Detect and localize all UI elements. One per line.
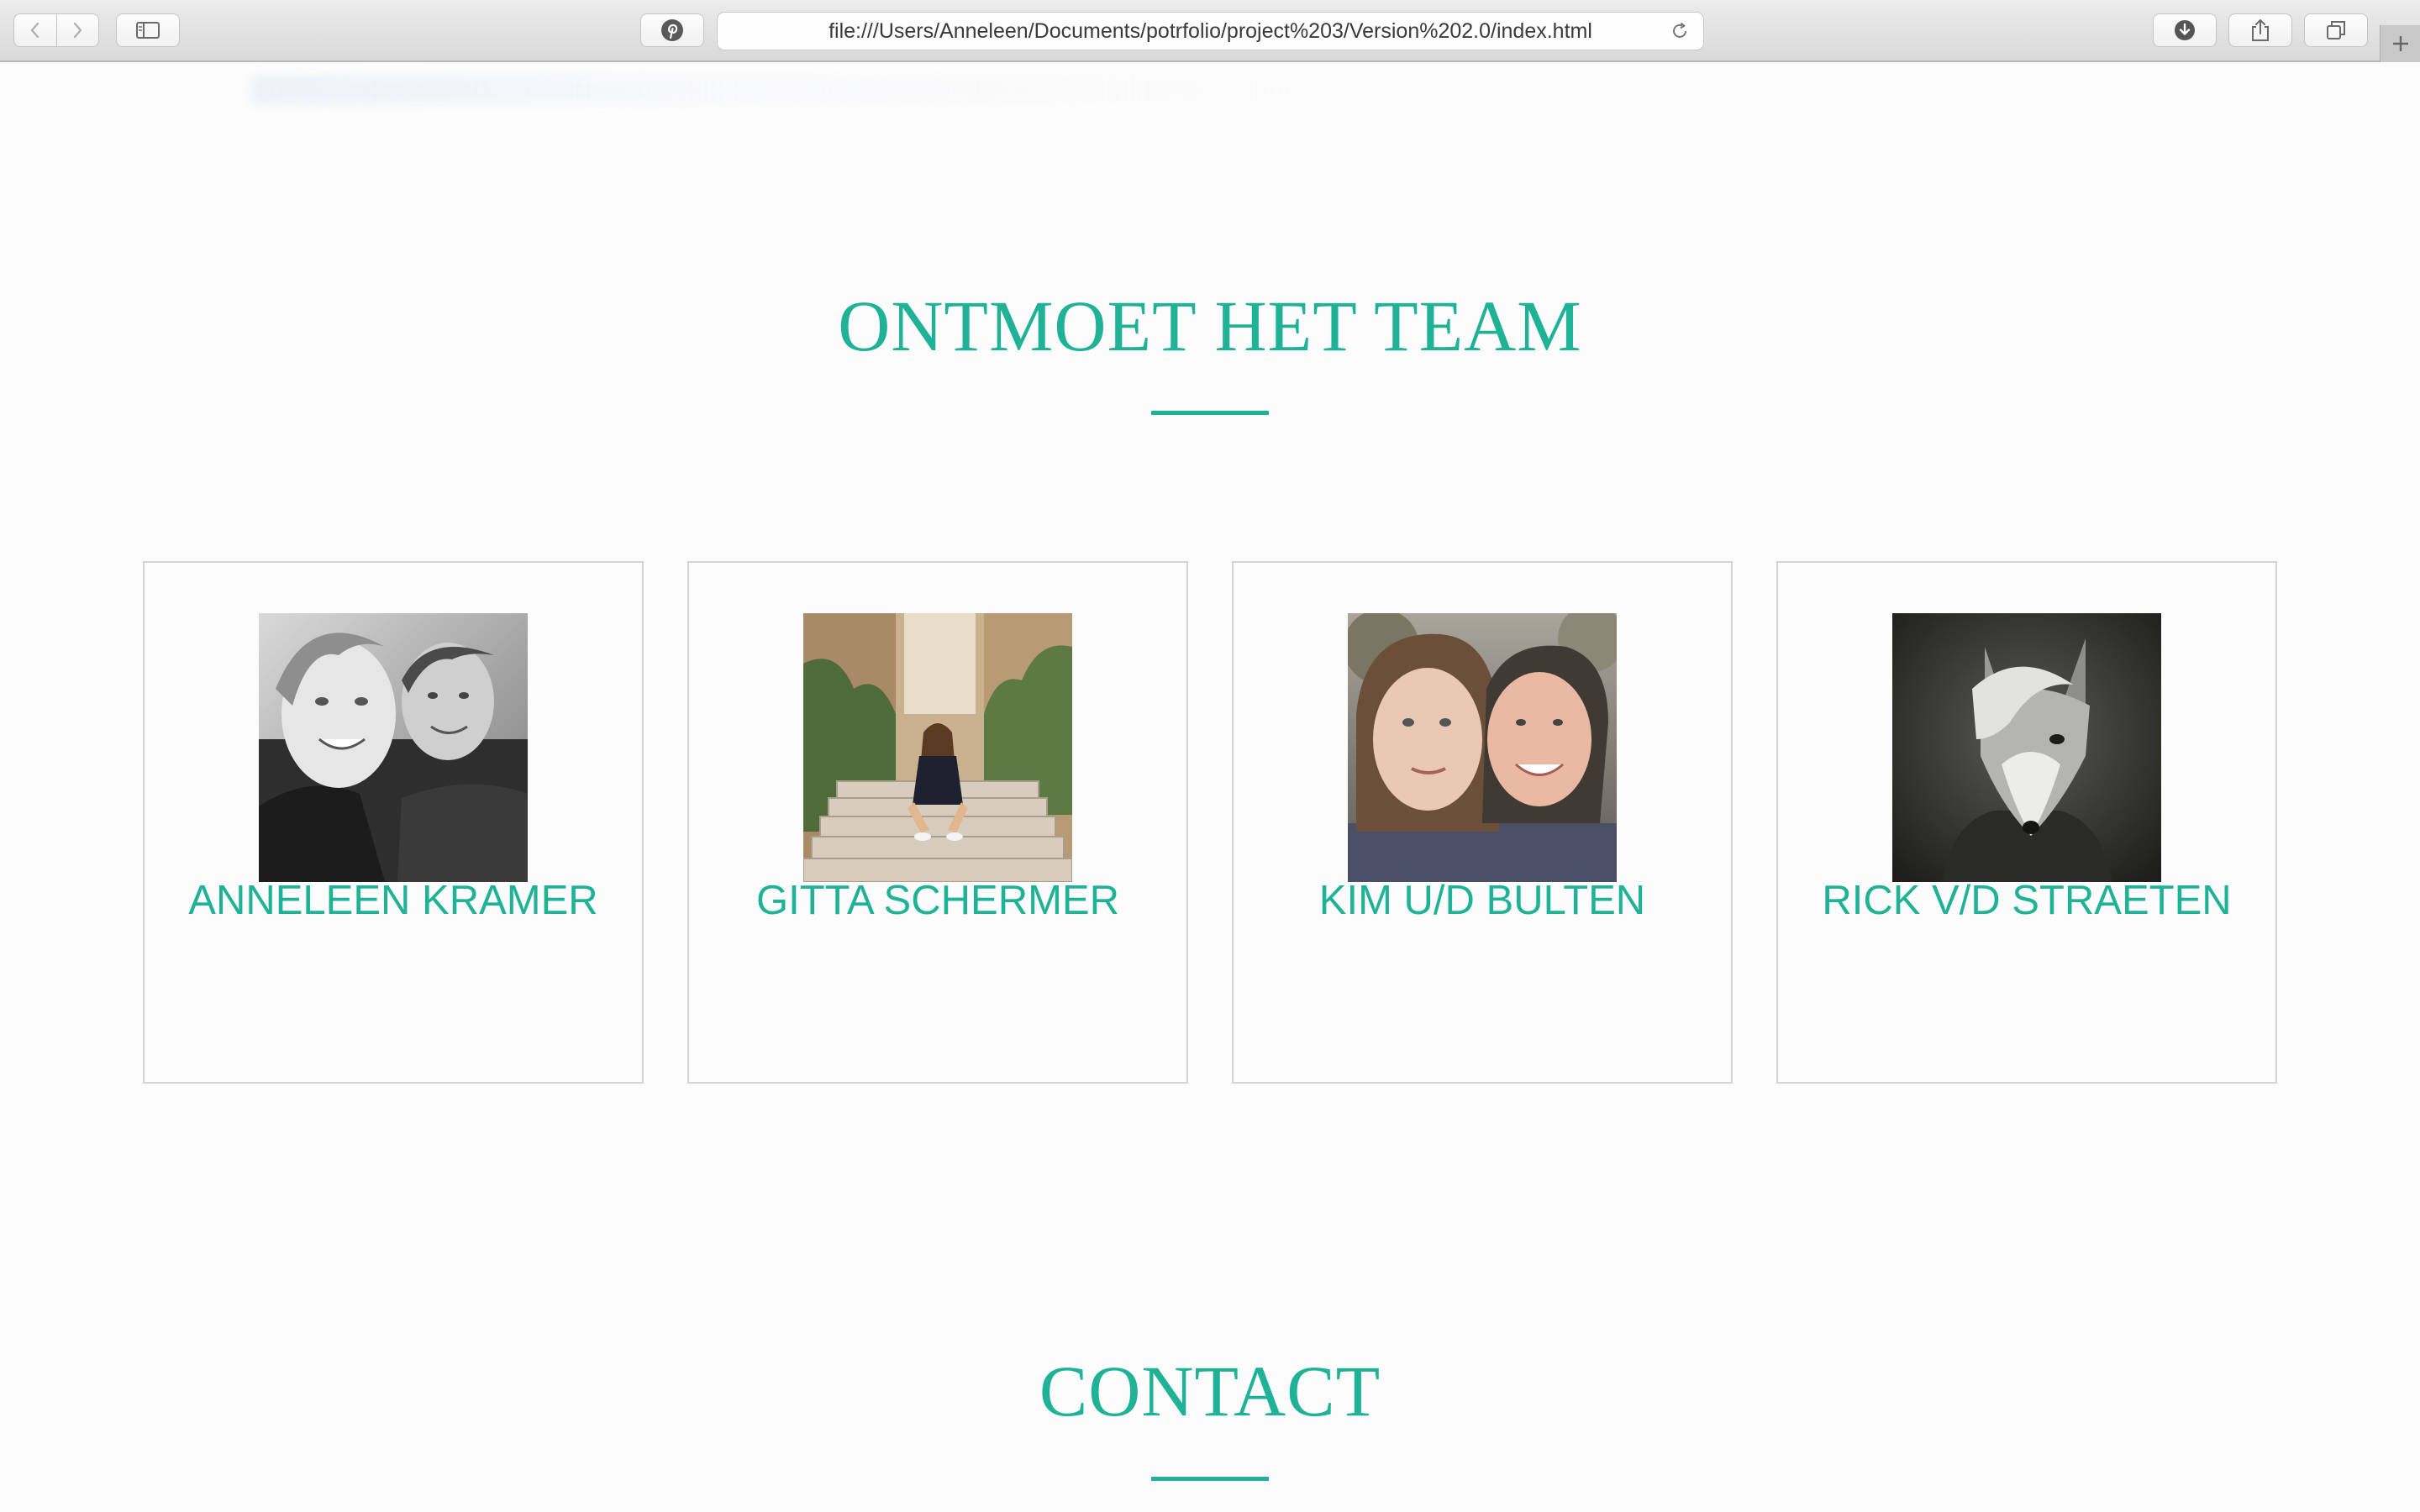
team-member-name: ANNELEEN KRAMER xyxy=(188,878,598,923)
downloads-button[interactable] xyxy=(2153,13,2217,47)
team-photo-gitta xyxy=(803,613,1072,882)
team-card-kim: KIM U/D BULTEN xyxy=(1232,561,1733,1084)
reload-button[interactable] xyxy=(1668,19,1691,43)
faded-header-remnant xyxy=(252,76,1344,104)
chevron-left-icon xyxy=(30,22,39,39)
chevron-right-icon xyxy=(74,22,82,39)
navigation-buttons xyxy=(13,13,99,47)
contact-section-title: CONTACT xyxy=(1039,1351,1381,1431)
team-member-name: KIM U/D BULTEN xyxy=(1318,878,1646,923)
team-title-divider xyxy=(1151,411,1269,415)
address-bar[interactable]: file:///Users/Anneleen/Documents/potrfol… xyxy=(717,12,1704,50)
forward-button[interactable] xyxy=(55,14,99,46)
team-card-anneleen: ANNELEEN KRAMER xyxy=(143,561,644,1084)
share-button[interactable] xyxy=(2228,13,2292,47)
new-tab-button[interactable] xyxy=(2380,25,2420,62)
team-card-rick: RICK V/D STRAETEN xyxy=(1776,561,2277,1084)
plus-icon xyxy=(2393,36,2408,51)
download-icon xyxy=(2175,20,2195,40)
tabs-button[interactable] xyxy=(2304,13,2368,47)
team-card-gitta: GITTA SCHERMER xyxy=(687,561,1188,1084)
pinterest-icon xyxy=(661,19,683,41)
reload-icon xyxy=(1673,22,1686,38)
team-photo-kim xyxy=(1348,613,1617,882)
team-member-name: GITTA SCHERMER xyxy=(756,878,1119,923)
team-photo-rick xyxy=(1892,613,2161,882)
sidebar-button[interactable] xyxy=(116,13,180,47)
back-button[interactable] xyxy=(14,14,56,46)
share-icon xyxy=(2252,19,2269,41)
tabs-icon xyxy=(2327,21,2345,39)
url-text: file:///Users/Anneleen/Documents/potrfol… xyxy=(829,18,1592,43)
contact-title-divider xyxy=(1151,1477,1269,1481)
team-photo-anneleen xyxy=(259,613,528,882)
sidebar-icon xyxy=(136,22,160,39)
team-section-title: ONTMOET HET TEAM xyxy=(838,286,1582,366)
browser-toolbar: file:///Users/Anneleen/Documents/potrfol… xyxy=(0,0,2420,62)
pinterest-button[interactable] xyxy=(640,13,704,47)
team-member-name: RICK V/D STRAETEN xyxy=(1822,878,2232,923)
